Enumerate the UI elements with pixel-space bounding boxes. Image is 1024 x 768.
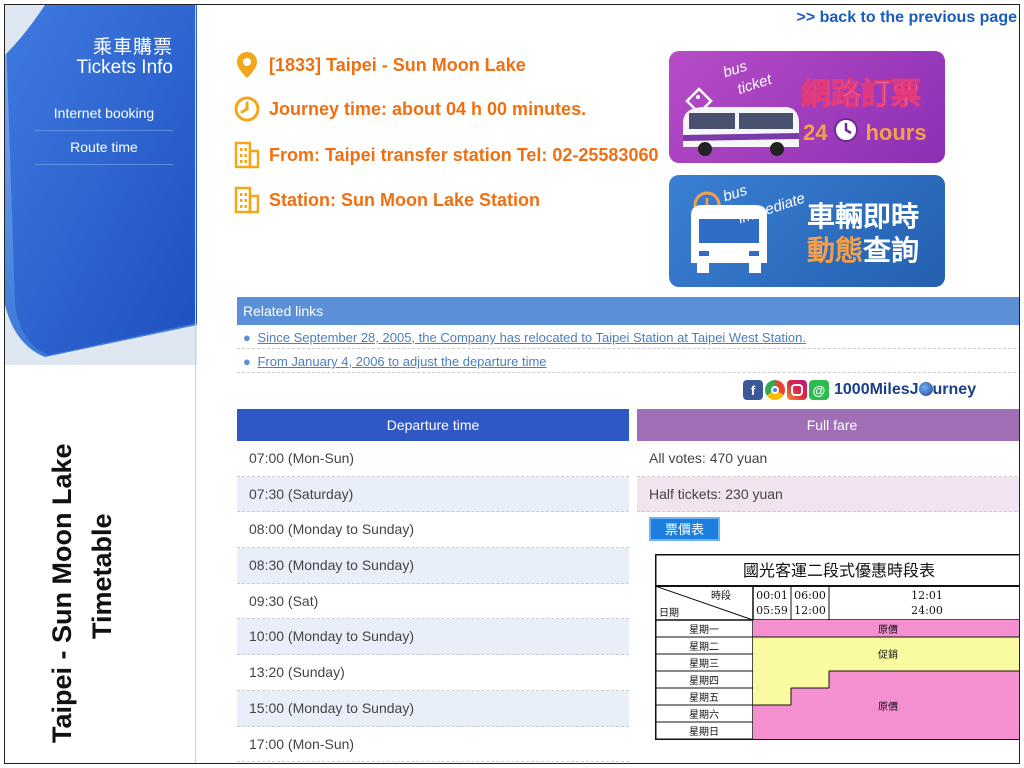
brand-english: Tickets Info [76, 57, 173, 78]
banner2-title: 車輛即時 動態查詢 [807, 200, 919, 268]
banner1-hours-num: 24 [803, 120, 828, 145]
promo-time-table: 國光客運二段式優惠時段表 時段 日期 00:01 05:59 06:00 12:… [654, 553, 1019, 741]
brand-1000milesjourney: 1000MilesJ urney [834, 381, 976, 399]
location-pin-icon [233, 51, 261, 79]
vertical-title-line1: Taipei - Sun Moon Lake [47, 443, 77, 743]
vertical-page-title: Taipei - Sun Moon Lake Timetable [33, 377, 133, 749]
table-row: 15:00 (Monday to Sunday) [237, 690, 629, 727]
related-links: Related links ● Since September 28, 2005… [237, 297, 1019, 373]
table-row: 07:30 (Saturday) [237, 476, 629, 513]
departure-header: Departure time [237, 409, 629, 441]
building-icon [233, 186, 261, 214]
bullet-icon: ● [243, 354, 251, 369]
brand-chinese: 乘車購票 [92, 36, 173, 58]
col1-bottom: 05:59 [756, 604, 788, 617]
table-row: 08:30 (Monday to Sunday) [237, 548, 629, 584]
main-content: >> back to the previous page [1833] Taip… [203, 5, 1019, 763]
route-name-row: [1833] Taipei - Sun Moon Lake [233, 51, 526, 79]
destination-station: Station: Sun Moon Lake Station [269, 189, 540, 210]
label-promo: 促銷 [878, 648, 898, 661]
sidebar-panel: 乘車購票 Tickets Info Internet booking Route… [5, 5, 197, 365]
fare-table-button[interactable]: 票價表 [649, 517, 721, 542]
day-thu: 星期四 [689, 675, 719, 687]
banner1-hours: 24 hours [803, 117, 927, 149]
table-row: 08:00 (Monday to Sunday) [237, 512, 629, 549]
vertical-title-svg: Taipei - Sun Moon Lake Timetable [47, 443, 117, 743]
table-row: 13:20 (Sunday) [237, 655, 629, 691]
banner1-title: 網路訂票 [801, 77, 922, 113]
label-full-price-2: 原價 [878, 700, 898, 713]
route-name: [1833] Taipei - Sun Moon Lake [269, 54, 526, 75]
fare-header: Full fare [637, 409, 1019, 441]
from-station: From: Taipei transfer station Tel: 02-25… [269, 144, 659, 165]
corner-time-label: 時段 [711, 589, 731, 602]
banner2-line2a: 動態 [807, 234, 864, 267]
day-fri: 星期五 [689, 692, 719, 704]
globe-icon [918, 382, 933, 396]
col2-bottom: 12:00 [794, 604, 826, 617]
related-link-departure-adjust[interactable]: From January 4, 2006 to adjust the depar… [257, 354, 546, 369]
label-full-price: 原價 [878, 623, 898, 636]
promo-title: 國光客運二段式優惠時段表 [743, 561, 935, 580]
day-tue: 星期二 [689, 641, 719, 653]
journey-row: Journey time: about 04 h 00 minutes. [233, 95, 586, 123]
brand-text: 1000MilesJ [834, 381, 919, 398]
instagram-icon[interactable] [787, 380, 807, 400]
promo-table-svg: 國光客運二段式優惠時段表 時段 日期 00:01 05:59 06:00 12:… [654, 553, 1019, 741]
bus-realtime-banner[interactable]: bus immediate 車輛即時 動態查詢 [669, 175, 945, 287]
corner-date-label: 日期 [659, 607, 679, 619]
fare-table: Full fare All votes: 470 yuan Half ticke… [637, 409, 1019, 548]
sidebar-divider [195, 5, 196, 763]
sidebar-nav: Internet booking Route time [35, 97, 173, 165]
clock-icon [833, 117, 859, 149]
station-row: Station: Sun Moon Lake Station [233, 186, 540, 214]
fare-button-row: 票價表 [637, 512, 1019, 548]
table-row: 09:30 (Sat) [237, 584, 629, 620]
fare-row-half: Half tickets: 230 yuan [637, 476, 1019, 513]
nav-internet-booking[interactable]: Internet booking [35, 97, 173, 131]
nav-route-time[interactable]: Route time [35, 131, 173, 165]
at-mail-icon[interactable]: @ [809, 380, 829, 400]
banner1-hours-word: hours [865, 120, 927, 145]
related-link-relocation[interactable]: Since September 28, 2005, the Company ha… [257, 330, 806, 345]
day-wed: 星期三 [689, 658, 719, 670]
day-sat: 星期六 [689, 709, 719, 721]
clock-icon [233, 95, 261, 123]
day-sun: 星期日 [689, 726, 719, 738]
online-ticket-banner[interactable]: bus ticket 網路訂票 24 hours [669, 51, 945, 163]
col3-top: 12:01 [911, 589, 943, 602]
related-link-item: ● Since September 28, 2005, the Company … [237, 325, 1019, 349]
col2-top: 06:00 [794, 589, 826, 602]
related-link-item: ● From January 4, 2006 to adjust the dep… [237, 349, 1019, 373]
table-row: 17:00 (Mon-Sun) [237, 727, 629, 763]
back-link[interactable]: >> back to the previous page [796, 9, 1017, 27]
social-bar: f @ 1000MilesJ urney [743, 380, 976, 400]
fare-row-full: All votes: 470 yuan [637, 441, 1019, 477]
banner2-line1: 車輛即時 [807, 200, 920, 233]
building-icon [233, 141, 261, 169]
vertical-title-line2: Timetable [87, 513, 117, 639]
page-frame: 乘車購票 Tickets Info Internet booking Route… [4, 4, 1020, 764]
related-links-heading: Related links [237, 297, 1019, 325]
day-mon: 星期一 [689, 624, 719, 636]
table-row: 10:00 (Monday to Sunday) [237, 619, 629, 656]
banner2-line2b: 查詢 [863, 234, 920, 267]
table-row: 07:00 (Mon-Sun) [237, 441, 629, 477]
facebook-icon[interactable]: f [743, 380, 763, 400]
departure-table: Departure time 07:00 (Mon-Sun) 07:30 (Sa… [237, 409, 629, 763]
left-column: 乘車購票 Tickets Info Internet booking Route… [5, 5, 197, 763]
col3-bottom: 24:00 [911, 604, 943, 617]
from-row: From: Taipei transfer station Tel: 02-25… [233, 141, 658, 169]
bullet-icon: ● [243, 330, 251, 345]
journey-time: Journey time: about 04 h 00 minutes. [269, 98, 587, 119]
brand-text-tail: urney [932, 381, 977, 398]
chrome-icon[interactable] [765, 380, 785, 400]
col1-top: 00:01 [756, 589, 788, 602]
